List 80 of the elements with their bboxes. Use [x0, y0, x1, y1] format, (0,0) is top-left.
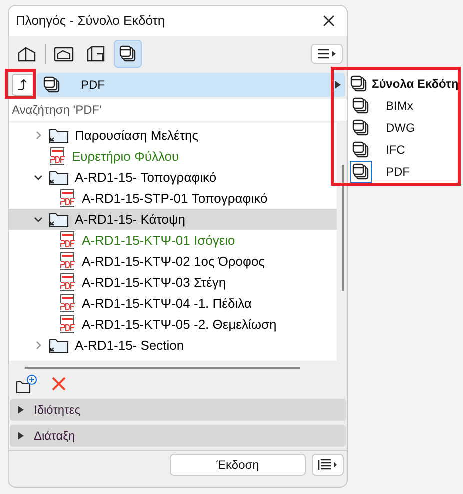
chevron-right-icon[interactable]: [34, 341, 42, 350]
pdf-file-icon: [59, 231, 76, 250]
item-label: A-RD1-15-ΚΤΨ-03 Στέγη: [82, 274, 226, 292]
folder-row[interactable]: A-RD1-15- Κάτοψη: [9, 209, 337, 230]
publisher-set-icon: [43, 76, 61, 94]
sheet-icon: [86, 45, 106, 63]
horizontal-scrollbar[interactable]: [25, 367, 300, 369]
menu-item-label: IFC: [386, 142, 406, 159]
menu-button[interactable]: [311, 44, 343, 64]
framed-house-icon: [54, 45, 74, 63]
publisher-set-icon: [352, 97, 370, 115]
chevron-right-icon[interactable]: [34, 131, 42, 140]
close-icon: [52, 377, 66, 391]
caret-right-icon: [18, 406, 24, 414]
item-label: A-RD1-15- Κάτοψη: [75, 210, 186, 229]
panel-title: Ιδιότητες: [34, 402, 80, 419]
toolbar-button[interactable]: [114, 40, 142, 68]
sheet-row[interactable]: A-RD1-15-ΚΤΨ-02 1ος Όροφος: [9, 251, 337, 272]
new-folder-button[interactable]: [16, 373, 38, 395]
pdf-file-icon: [59, 189, 76, 208]
scrollbar[interactable]: [342, 165, 344, 291]
current-set-label: PDF: [81, 77, 106, 94]
sheet-row[interactable]: A-RD1-15-ΚΤΨ-03 Στέγη: [9, 272, 337, 293]
item-label: A-RD1-15- Section: [75, 336, 184, 355]
up-button[interactable]: [12, 74, 34, 96]
folder-icon: [49, 337, 69, 354]
item-label: A-RD1-15-ΚΤΨ-02 1ος Όροφος: [82, 252, 265, 271]
pdf-file-icon: [59, 273, 76, 292]
panel-title: Διάταξη: [34, 428, 76, 445]
sheet-row[interactable]: Ευρετήριο Φύλλου: [9, 146, 337, 167]
sheet-row[interactable]: A-RD1-15-ΚΤΨ-04 -1. Πέδιλα: [9, 293, 337, 314]
publish-button[interactable]: Έκδοση: [170, 454, 306, 476]
publisher-set-icon: [350, 75, 368, 93]
list-options-button[interactable]: [312, 454, 344, 476]
item-label: A-RD1-15-ΚΤΨ-01 Ισόγειο: [82, 232, 236, 250]
search-field[interactable]: Αναζήτηση 'PDF': [9, 99, 347, 121]
house-icon: [17, 45, 37, 63]
item-label: A-RD1-15-STP-01 Τοπογραφικό: [82, 190, 268, 208]
menu-icon: [317, 49, 337, 59]
stacked-sheets-icon: [119, 45, 137, 63]
current-set-bar[interactable]: PDF: [37, 73, 345, 97]
folder-row[interactable]: Παρουσίαση Μελέτης: [9, 125, 337, 146]
pdf-file-icon: [59, 315, 76, 334]
folder-row[interactable]: A-RD1-15- Section: [9, 335, 337, 356]
folder-row[interactable]: A-RD1-15- Τοπογραφικό: [9, 167, 337, 188]
item-label: Παρουσίαση Μελέτης: [75, 126, 198, 145]
item-label: A-RD1-15-ΚΤΨ-05 -2. Θεμελίωση: [82, 316, 277, 334]
item-label: A-RD1-15-ΚΤΨ-04 -1. Πέδιλα: [82, 294, 252, 313]
chevron-down-icon[interactable]: [34, 173, 42, 182]
collapsible-panel-header[interactable]: Ιδιότητες: [10, 399, 346, 421]
list-icon: [318, 458, 338, 470]
pdf-file-icon: [59, 294, 76, 313]
menu-item-label: DWG: [386, 120, 416, 137]
menu-item[interactable]: IFC: [350, 139, 458, 161]
pdf-file-icon: [49, 147, 66, 166]
menu-item[interactable]: DWG: [350, 117, 458, 139]
pdf-file-icon: [59, 252, 76, 271]
sheet-row[interactable]: A-RD1-15-STP-01 Τοπογραφικό: [9, 188, 337, 209]
publisher-set-icon: [352, 141, 370, 159]
menu-title: Σύνολα Εκδότη: [372, 76, 459, 93]
folder-add-icon: [16, 374, 38, 394]
sheet-row[interactable]: A-RD1-15-ΚΤΨ-05 -2. Θεμελίωση: [9, 314, 337, 335]
publisher-set-icon: [352, 119, 370, 137]
folder-icon: [49, 127, 69, 144]
close-icon: [323, 15, 335, 27]
caret-right-icon: [18, 432, 24, 440]
menu-item[interactable]: PDF: [350, 161, 458, 183]
menu-item-label: BIMx: [386, 98, 414, 115]
collapsible-panel-header[interactable]: Διάταξη: [10, 425, 346, 447]
menu-item-label: PDF: [386, 164, 410, 181]
folder-icon: [49, 211, 69, 228]
item-label: Ευρετήριο Φύλλου: [72, 148, 180, 166]
folder-icon: [49, 169, 69, 186]
menu-item[interactable]: BIMx: [350, 95, 458, 117]
sheet-row[interactable]: A-RD1-15-ΚΤΨ-01 Ισόγειο: [9, 230, 337, 251]
highlight-frame: [5, 69, 36, 99]
expand-arrow-icon: [335, 81, 341, 89]
window-title: Πλοηγός - Σύνολο Εκδότη: [16, 12, 166, 30]
chevron-down-icon[interactable]: [34, 215, 42, 224]
item-label: A-RD1-15- Τοπογραφικό: [75, 168, 217, 187]
